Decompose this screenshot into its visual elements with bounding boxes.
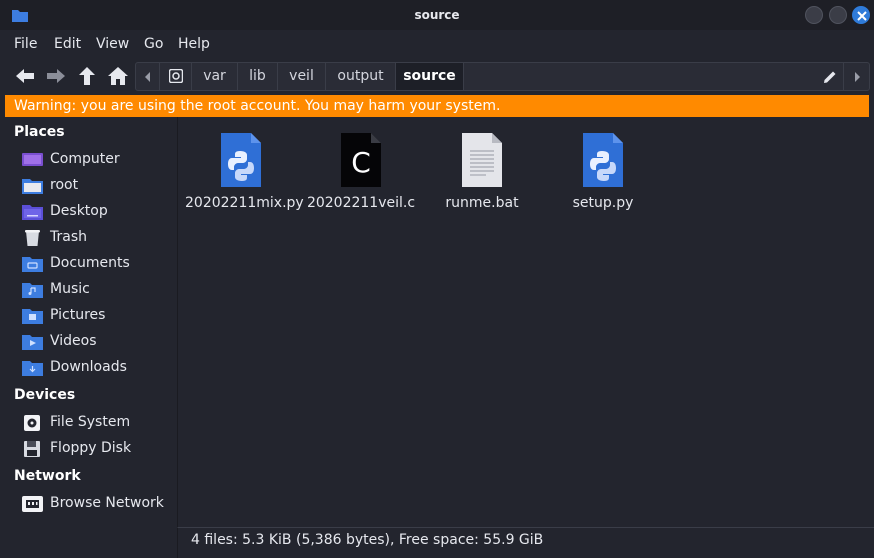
network-heading: Network [14,468,81,484]
python-file-icon [583,133,623,187]
file-name: 20202211mix.py [185,195,304,211]
trash-icon [25,230,40,246]
pictures-folder-icon [22,309,43,324]
sidebar-item-documents[interactable]: Documents [22,252,174,276]
sidebar-item-trash[interactable]: Trash [22,226,174,250]
sidebar-item-downloads[interactable]: Downloads [22,356,174,380]
downloads-folder-icon [22,361,43,376]
menu-edit[interactable]: Edit [54,36,81,52]
back-button[interactable] [13,64,37,88]
close-icon [857,11,867,21]
sidebar-item-label: Computer [50,151,120,167]
menu-help[interactable]: Help [178,36,210,52]
root-warning-bar: Warning: you are using the root account.… [5,95,869,117]
maximize-button[interactable] [829,6,847,24]
sidebar-item-label: Music [50,281,90,297]
drive-icon [24,415,40,431]
file-name: 20202211veil.c [306,195,416,211]
file-item[interactable]: runme.bat [426,129,538,219]
file-item[interactable]: setup.py [547,129,659,219]
edit-location-button[interactable] [816,63,844,90]
forward-button[interactable] [44,64,68,88]
minimize-button[interactable] [805,6,823,24]
pencil-icon [824,71,836,83]
path-segment-source[interactable]: source [396,63,464,90]
sidebar-item-label: Documents [50,255,130,271]
path-scroll-left-button[interactable] [136,63,160,90]
home-button[interactable] [106,64,130,88]
path-segment-lib[interactable]: lib [238,63,278,90]
window-title: source [414,8,460,22]
path-segment-var[interactable]: var [192,63,238,90]
music-folder-icon [22,283,43,298]
c-file-icon: C [341,133,381,187]
sidebar-item-file-system[interactable]: File System [22,411,174,435]
path-segment-veil[interactable]: veil [278,63,326,90]
svg-text:C: C [351,146,371,179]
desktop-folder-icon [22,205,43,220]
sidebar-item-videos[interactable]: Videos [22,330,174,354]
title-bar: source [0,0,874,30]
sidebar-item-root[interactable]: root [22,174,174,198]
menu-view[interactable]: View [96,36,129,52]
file-name: setup.py [572,195,634,211]
text-file-icon [462,133,502,187]
drive-icon [168,68,183,84]
menu-file[interactable]: File [14,36,37,52]
network-icon [22,496,43,512]
file-item[interactable]: 20202211mix.py [185,129,304,219]
home-folder-icon [22,179,43,194]
file-name: runme.bat [445,195,519,211]
status-bar: 4 files: 5.3 KiB (5,386 bytes), Free spa… [177,527,874,558]
sidebar-item-computer[interactable]: Computer [22,148,174,172]
sidebar-item-label: Browse Network [50,495,164,511]
chevron-left-icon [144,72,150,82]
chevron-right-icon [855,72,860,82]
places-heading: Places [14,124,65,140]
sidebar-item-label: Videos [50,333,97,349]
menu-bar: File Edit View Go Help [0,30,874,58]
sidebar-item-label: root [50,177,79,193]
status-text: 4 files: 5.3 KiB (5,386 bytes), Free spa… [191,532,544,548]
documents-folder-icon [22,257,43,272]
path-root-button[interactable] [160,63,192,90]
sidebar-item-browse-network[interactable]: Browse Network [22,492,174,516]
file-view[interactable]: 20202211mix.py C 20202211veil.c runme.ba… [177,117,874,527]
sidebar-item-pictures[interactable]: Pictures [22,304,174,328]
path-scroll-right-button[interactable] [844,63,869,90]
python-file-icon [221,133,261,187]
sidebar: Places Computer root Desktop Trash Docum… [0,117,177,527]
videos-folder-icon [22,335,43,350]
file-item[interactable]: C 20202211veil.c [305,129,417,219]
computer-icon [22,153,43,166]
floppy-icon [24,441,40,457]
sidebar-item-label: Floppy Disk [50,440,132,456]
path-segment-output[interactable]: output [326,63,396,90]
sidebar-item-label: Pictures [50,307,106,323]
toolbar: var lib veil output source [0,58,874,94]
sidebar-item-label: Trash [50,229,87,245]
sidebar-item-desktop[interactable]: Desktop [22,200,174,224]
up-button[interactable] [75,64,99,88]
menu-go[interactable]: Go [144,36,163,52]
sidebar-item-label: Desktop [50,203,108,219]
sidebar-item-label: File System [50,414,131,430]
sidebar-item-floppy-disk[interactable]: Floppy Disk [22,437,174,461]
sidebar-item-label: Downloads [50,359,127,375]
path-bar: var lib veil output source [135,62,870,91]
close-button[interactable] [852,6,870,24]
sidebar-item-music[interactable]: Music [22,278,174,302]
devices-heading: Devices [14,387,76,403]
